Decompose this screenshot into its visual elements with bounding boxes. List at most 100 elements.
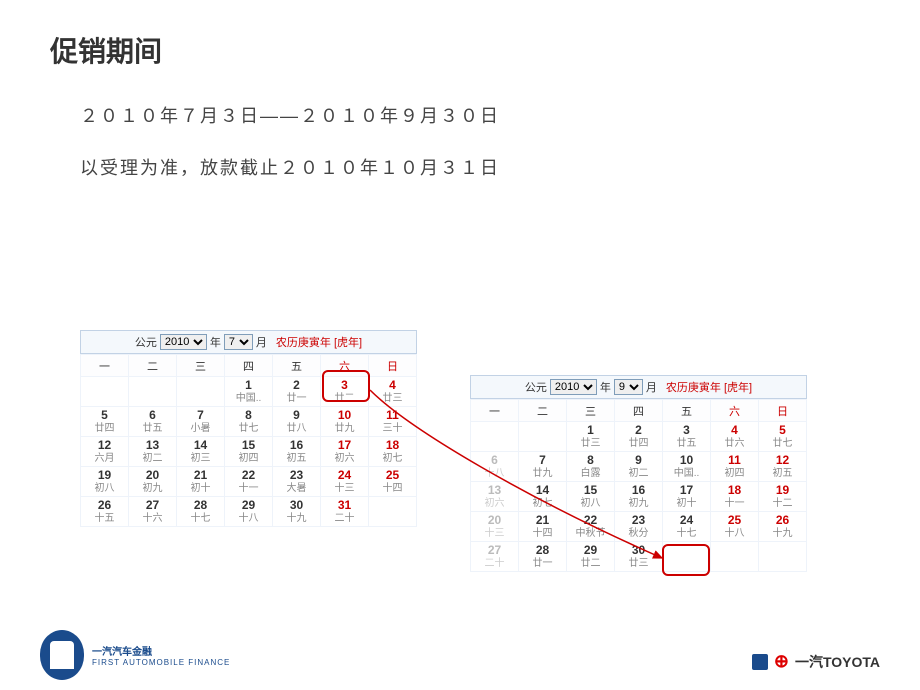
page-title: 促销期间 bbox=[50, 30, 870, 70]
calendar-cell[interactable]: 2廿一 bbox=[273, 377, 321, 407]
year-select[interactable]: 2010 bbox=[160, 334, 207, 350]
calendar-cell[interactable] bbox=[663, 542, 711, 572]
label-month: 月 bbox=[256, 334, 267, 350]
calendar-cell[interactable]: 13初二 bbox=[129, 437, 177, 467]
dow-header: 二 bbox=[129, 355, 177, 377]
dow-header: 日 bbox=[369, 355, 417, 377]
calendar-cell[interactable]: 18初七 bbox=[369, 437, 417, 467]
calendar-header: 公元 2010 年 9 月 农历庚寅年 [虎年] bbox=[470, 375, 807, 399]
promo-period-line: ２０１０年７月３日——２０１０年９月３０日 bbox=[50, 100, 870, 132]
calendar-cell[interactable]: 14初三 bbox=[177, 437, 225, 467]
calendar-cell[interactable]: 11三十 bbox=[369, 407, 417, 437]
calendar-cell[interactable]: 6十八 bbox=[471, 452, 519, 482]
calendar-cell[interactable]: 20初九 bbox=[129, 467, 177, 497]
calendar-cell[interactable]: 22中秋节 bbox=[567, 512, 615, 542]
calendar-cell[interactable]: 3廿二 bbox=[321, 377, 369, 407]
calendar-cell[interactable]: 15初八 bbox=[567, 482, 615, 512]
calendar-cell[interactable]: 30廿三 bbox=[615, 542, 663, 572]
calendar-cell[interactable]: 27二十 bbox=[471, 542, 519, 572]
label-gongyuan: 公元 bbox=[135, 334, 157, 350]
calendar-cell[interactable]: 11初四 bbox=[711, 452, 759, 482]
dow-header: 四 bbox=[225, 355, 273, 377]
calendar-cell[interactable]: 9廿八 bbox=[273, 407, 321, 437]
calendar-cell[interactable]: 16初九 bbox=[615, 482, 663, 512]
dow-header: 四 bbox=[615, 400, 663, 422]
calendar-cell[interactable]: 8廿七 bbox=[225, 407, 273, 437]
calendar-cell[interactable]: 1中国.. bbox=[225, 377, 273, 407]
calendar-cell[interactable]: 16初五 bbox=[273, 437, 321, 467]
calendar-cell[interactable]: 15初四 bbox=[225, 437, 273, 467]
label-month: 月 bbox=[646, 379, 657, 395]
calendar-cell[interactable]: 29十八 bbox=[225, 497, 273, 527]
lunar-year-label: 农历庚寅年 [虎年] bbox=[276, 334, 362, 350]
calendar-cell[interactable]: 12六月 bbox=[81, 437, 129, 467]
dow-header: 日 bbox=[759, 400, 807, 422]
calendar-cell[interactable] bbox=[759, 542, 807, 572]
calendar-cell[interactable]: 17初十 bbox=[663, 482, 711, 512]
calendar-cell[interactable]: 27十六 bbox=[129, 497, 177, 527]
calendar-cell[interactable] bbox=[519, 422, 567, 452]
calendar-cell[interactable]: 5廿四 bbox=[81, 407, 129, 437]
calendar-cell[interactable]: 28十七 bbox=[177, 497, 225, 527]
year-select[interactable]: 2010 bbox=[550, 379, 597, 395]
calendar-cell[interactable]: 21十四 bbox=[519, 512, 567, 542]
calendar-cell[interactable]: 4廿三 bbox=[369, 377, 417, 407]
calendar-cell[interactable]: 9初二 bbox=[615, 452, 663, 482]
calendar-header: 公元 2010 年 7 月 农历庚寅年 [虎年] bbox=[80, 330, 417, 354]
calendar-cell[interactable]: 20十三 bbox=[471, 512, 519, 542]
faw-finance-logo-icon bbox=[40, 630, 84, 680]
calendar-july: 公元 2010 年 7 月 农历庚寅年 [虎年] 一二三四五六日 1中国..2廿… bbox=[80, 330, 417, 527]
calendar-cell[interactable]: 7小暑 bbox=[177, 407, 225, 437]
lunar-year-label: 农历庚寅年 [虎年] bbox=[666, 379, 752, 395]
calendar-cell[interactable]: 31二十 bbox=[321, 497, 369, 527]
calendar-cell[interactable] bbox=[711, 542, 759, 572]
calendar-cell[interactable]: 22十一 bbox=[225, 467, 273, 497]
calendar-cell[interactable]: 25十四 bbox=[369, 467, 417, 497]
calendar-september: 公元 2010 年 9 月 农历庚寅年 [虎年] 一二三四五六日 1廿三2廿四3… bbox=[470, 375, 807, 572]
calendar-cell[interactable] bbox=[369, 497, 417, 527]
calendar-cell[interactable]: 12初五 bbox=[759, 452, 807, 482]
calendar-cell[interactable]: 7廿九 bbox=[519, 452, 567, 482]
calendar-cell[interactable]: 24十七 bbox=[663, 512, 711, 542]
calendar-table: 一二三四五六日 1廿三2廿四3廿五4廿六5廿七6十八7廿九8白露9初二10中国.… bbox=[470, 399, 807, 572]
calendar-cell[interactable]: 25十八 bbox=[711, 512, 759, 542]
calendar-cell[interactable]: 10廿九 bbox=[321, 407, 369, 437]
calendar-cell[interactable]: 17初六 bbox=[321, 437, 369, 467]
calendar-cell[interactable]: 4廿六 bbox=[711, 422, 759, 452]
dow-header: 六 bbox=[711, 400, 759, 422]
calendar-cell[interactable]: 26十五 bbox=[81, 497, 129, 527]
calendar-cell[interactable]: 23秋分 bbox=[615, 512, 663, 542]
month-select[interactable]: 7 bbox=[224, 334, 253, 350]
calendar-cell[interactable]: 18十一 bbox=[711, 482, 759, 512]
footer-right-logo: ⊕ 一汽TOYOTA bbox=[752, 651, 880, 672]
calendar-cell[interactable]: 26十九 bbox=[759, 512, 807, 542]
calendar-cell[interactable]: 21初十 bbox=[177, 467, 225, 497]
calendar-cell[interactable]: 2廿四 bbox=[615, 422, 663, 452]
dow-header: 六 bbox=[321, 355, 369, 377]
calendar-cell[interactable]: 6廿五 bbox=[129, 407, 177, 437]
calendar-cell[interactable]: 19初八 bbox=[81, 467, 129, 497]
faw-badge-icon bbox=[752, 654, 768, 670]
dow-header: 一 bbox=[471, 400, 519, 422]
label-year: 年 bbox=[210, 334, 221, 350]
dow-header: 五 bbox=[273, 355, 321, 377]
month-select[interactable]: 9 bbox=[614, 379, 643, 395]
calendar-cell[interactable]: 3廿五 bbox=[663, 422, 711, 452]
dow-header: 五 bbox=[663, 400, 711, 422]
calendar-cell[interactable] bbox=[471, 422, 519, 452]
calendar-cell[interactable]: 23大暑 bbox=[273, 467, 321, 497]
calendar-cell[interactable]: 30十九 bbox=[273, 497, 321, 527]
calendar-cell[interactable] bbox=[129, 377, 177, 407]
calendar-cell[interactable]: 10中国.. bbox=[663, 452, 711, 482]
calendar-cell[interactable] bbox=[81, 377, 129, 407]
calendar-cell[interactable]: 19十二 bbox=[759, 482, 807, 512]
calendar-cell[interactable]: 13初六 bbox=[471, 482, 519, 512]
calendar-cell[interactable]: 5廿七 bbox=[759, 422, 807, 452]
calendar-cell[interactable] bbox=[177, 377, 225, 407]
calendar-cell[interactable]: 24十三 bbox=[321, 467, 369, 497]
calendar-cell[interactable]: 8白露 bbox=[567, 452, 615, 482]
calendar-cell[interactable]: 14初七 bbox=[519, 482, 567, 512]
calendar-cell[interactable]: 1廿三 bbox=[567, 422, 615, 452]
calendar-cell[interactable]: 29廿二 bbox=[567, 542, 615, 572]
calendar-cell[interactable]: 28廿一 bbox=[519, 542, 567, 572]
